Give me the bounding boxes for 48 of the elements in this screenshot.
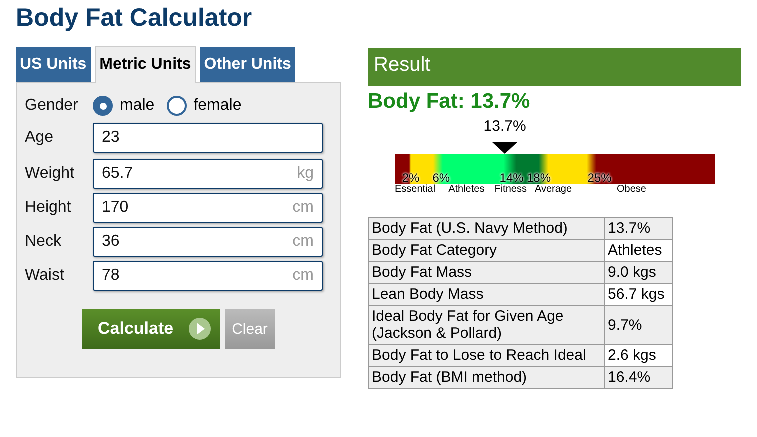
table-cell: Body Fat to Lose to Reach Ideal: [368, 344, 604, 366]
calculate-button[interactable]: Calculate: [82, 309, 220, 349]
category-label: Average: [534, 185, 572, 195]
marker-label: 13.7%: [484, 118, 526, 135]
field-label: Height: [25, 199, 72, 217]
input-field[interactable]: 65.7 kg: [93, 159, 323, 189]
page-title: Body Fat Calculator: [16, 4, 254, 33]
radio-button[interactable]: [93, 96, 113, 116]
table-cell: Athletes: [604, 240, 672, 262]
category-label: Athletes: [448, 185, 485, 195]
table-cell: 9.7%: [604, 306, 672, 344]
input-field[interactable]: 78 cm: [93, 261, 323, 291]
table-cell: 56.7 kgs: [604, 284, 672, 306]
result-headline: Body Fat: 13.7%: [368, 90, 532, 114]
table-cell: Ideal Body Fat for Given Age (Jackson & Pollard): [368, 306, 604, 344]
table-cell: Body Fat (U.S. Navy Method): [368, 218, 604, 240]
input-field[interactable]: 170 cm: [93, 193, 323, 223]
radio-label: male: [120, 97, 155, 115]
radio-label: female: [194, 97, 242, 115]
table-cell: Body Fat (BMI method): [368, 366, 604, 388]
input-field[interactable]: 36 cm: [93, 227, 323, 257]
radio-button[interactable]: [166, 96, 187, 116]
field-label: Weight: [25, 165, 76, 183]
result-header: Result: [368, 48, 741, 86]
category-label: Fitness: [494, 185, 527, 195]
table-cell: 9.0 kgs: [604, 262, 672, 284]
units-tab[interactable]: US Units: [16, 47, 91, 82]
table-cell: 2.6 kgs: [604, 344, 672, 366]
input-field[interactable]: 23: [93, 123, 323, 153]
field-label: Waist: [25, 267, 66, 285]
unit-label: cm: [292, 233, 314, 251]
units-tab[interactable]: Metric Units: [94, 46, 196, 83]
category-label: Essential: [395, 185, 436, 195]
table-cell: Body Fat Mass: [368, 262, 604, 284]
unit-label: cm: [292, 267, 314, 285]
category-label: Obese: [617, 185, 646, 195]
units-tab[interactable]: Other Units: [200, 47, 296, 82]
table-cell: Lean Body Mass: [368, 284, 604, 306]
field-label: Neck: [25, 233, 62, 251]
table-cell: Body Fat Category: [368, 240, 604, 262]
table-cell: 13.7%: [604, 218, 672, 240]
field-label: Age: [25, 129, 54, 147]
unit-label: kg: [297, 165, 314, 183]
unit-label: cm: [292, 199, 314, 217]
table-cell: 16.4%: [604, 366, 672, 388]
field-label: Gender: [25, 97, 80, 115]
tick-label: 14%: [500, 172, 524, 184]
play-icon: [189, 318, 211, 340]
